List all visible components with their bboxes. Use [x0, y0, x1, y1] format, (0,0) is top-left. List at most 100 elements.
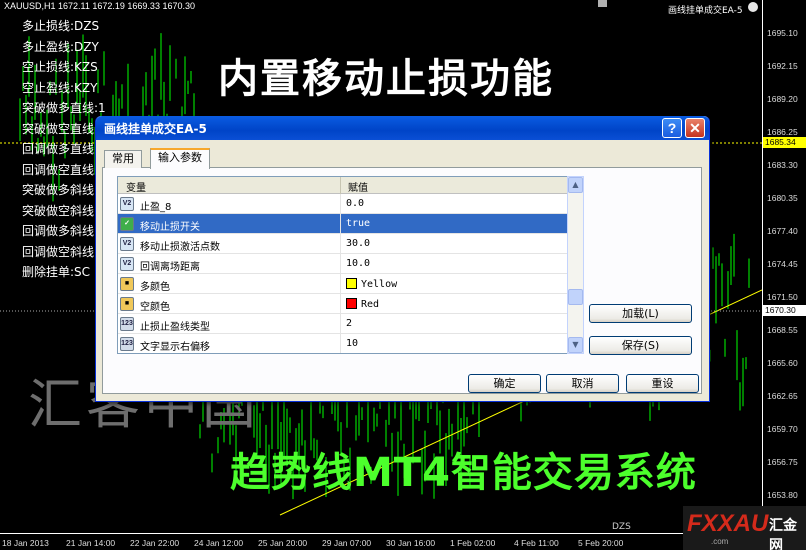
parameter-row[interactable]: V2 回调离场距离 10.0: [118, 254, 582, 274]
parameter-value[interactable]: Yellow: [346, 278, 397, 290]
color-swatch: [346, 298, 357, 309]
parameter-row[interactable]: V2 止盈_8 0.0: [118, 194, 582, 214]
ea-smile-icon: [748, 2, 758, 12]
price-tick: 1665.60: [767, 358, 798, 368]
parameter-value[interactable]: Red: [346, 298, 379, 310]
fxxau-logo: FXXAU 汇金网 .com: [683, 506, 806, 550]
headline: 内置移动止损功能: [218, 56, 554, 102]
time-axis: 18 Jan 2013 21 Jan 14:00 22 Jan 22:00 24 Ja…: [0, 533, 762, 550]
price-tick: 1683.30: [767, 160, 798, 170]
price-tick: 1692.15: [767, 61, 798, 71]
ok-button[interactable]: 确定: [468, 374, 541, 393]
parameter-row[interactable]: 123 止损止盈线类型 2: [118, 314, 582, 334]
boolean-icon: ✓: [120, 217, 134, 231]
price-tick: 1653.80: [767, 490, 798, 500]
save-button[interactable]: 保存(S): [589, 336, 692, 355]
load-button[interactable]: 加载(L): [589, 304, 692, 323]
color-icon: ■: [120, 297, 134, 311]
legend-item: 空止损线:KZS: [22, 60, 98, 74]
dialog-title: 画线挂单成交EA-5: [104, 122, 207, 136]
scroll-down-icon[interactable]: ▼: [568, 337, 583, 353]
parameter-name: 回调离场距离: [140, 262, 200, 273]
parameter-grid[interactable]: 变量 赋值 V2 止盈_8 0.0 ✓ 移动止损开关 true V2 移动止损激活点数 30.0…: [117, 176, 583, 354]
price-tick: 1689.20: [767, 94, 798, 104]
tab-inputs[interactable]: 输入参数: [150, 148, 210, 169]
legend-item: 突破做空斜线: [22, 203, 95, 218]
price-tick: 1671.50: [767, 292, 798, 302]
parameter-value[interactable]: 2: [346, 318, 352, 329]
time-tick: 4 Feb 11:00: [514, 538, 559, 548]
time-tick: 5 Feb 20:00: [578, 538, 624, 548]
time-tick: 21 Jan 14:00: [66, 538, 116, 548]
legend-item: 回调做空直线: [22, 162, 95, 177]
legend-item: 回调做多直线: [22, 142, 95, 156]
parameter-name: 止损止盈线类型: [140, 322, 210, 333]
logo-cn-text: 汇金网: [769, 518, 797, 550]
parameter-name: 止盈_8: [140, 202, 172, 213]
legend-item: 删除挂单:SC: [22, 265, 91, 279]
chart-close-icon[interactable]: [598, 0, 607, 7]
parameter-name: 多颜色: [140, 282, 170, 293]
parameter-row[interactable]: ■ 多颜色 Yellow: [118, 274, 582, 294]
color-swatch: [346, 278, 357, 289]
parameter-name: 空颜色: [140, 302, 170, 313]
parameter-row[interactable]: 123 文字显示右偏移 10: [118, 334, 582, 353]
parameter-value[interactable]: 10.0: [346, 258, 370, 269]
subheadline: 趋势线MT4智能交易系统: [230, 450, 697, 496]
symbol-info: XAUUSD,H1 1672.11 1672.19 1669.33 1670.3…: [4, 1, 195, 11]
legend-item: 多止损线:DZS: [22, 19, 100, 33]
parameter-name: 文字显示右偏移: [140, 342, 210, 353]
dialog-titlebar[interactable]: 画线挂单成交EA-5 ? ✕: [96, 116, 709, 140]
tab-panel-inputs: 变量 赋值 V2 止盈_8 0.0 ✓ 移动止损开关 true V2 移动止损激活点数 30.0…: [102, 167, 702, 394]
current-price-tag-lower: 1670.30: [763, 305, 806, 316]
parameter-row[interactable]: ■ 空颜色 Red: [118, 294, 582, 314]
legend-item: 突破做多斜线: [22, 183, 95, 197]
price-tick: 1695.10: [767, 28, 798, 38]
scroll-thumb[interactable]: [568, 289, 583, 305]
parameter-value[interactable]: 10: [346, 338, 358, 349]
price-tick: 1662.65: [767, 391, 798, 401]
tab-common[interactable]: 常用: [104, 150, 142, 168]
time-tick: 29 Jan 07:00: [322, 538, 372, 548]
column-header-variable[interactable]: 变量: [126, 179, 146, 194]
column-header-value[interactable]: 赋值: [348, 179, 368, 194]
grid-header: 变量 赋值: [118, 177, 582, 194]
price-tick: 1668.55: [767, 325, 798, 335]
legend-item: 多止盈线:DZY: [22, 39, 99, 54]
time-tick: 25 Jan 20:00: [258, 538, 308, 548]
cancel-button[interactable]: 取消: [546, 374, 619, 393]
legend-item: 突破做多直线:1: [22, 101, 106, 115]
parameter-value[interactable]: 30.0: [346, 238, 370, 249]
time-tick: 24 Jan 12:00: [194, 538, 244, 548]
grid-scrollbar[interactable]: ▲ ▼: [567, 176, 584, 354]
time-tick: 30 Jan 16:00: [386, 538, 436, 548]
parameter-name: 移动止损激活点数: [140, 242, 220, 253]
integer-icon: 123: [120, 317, 134, 331]
parameter-value[interactable]: 0.0: [346, 198, 364, 209]
integer-icon: 123: [120, 337, 134, 351]
bottom-line-tag: DZS: [612, 522, 631, 532]
ea-properties-dialog: 画线挂单成交EA-5 ? ✕ 变量 赋值 V2 止盈_8 0.0 ✓ 移动止损开关 tru…: [95, 116, 710, 402]
time-tick: 18 Jan 2013: [2, 538, 49, 548]
reset-button[interactable]: 重设: [626, 374, 699, 393]
legend-item: 突破做空直线: [22, 121, 95, 136]
time-tick: 22 Jan 22:00: [130, 538, 180, 548]
logo-text: FXXAU: [687, 510, 769, 537]
ea-label: 画线挂单成交EA-5: [668, 6, 743, 16]
price-tick: 1680.35: [767, 193, 798, 203]
price-tick: 1674.45: [767, 259, 798, 269]
price-tick: 1677.40: [767, 226, 798, 236]
parameter-value-text: Yellow: [361, 279, 398, 290]
legend-item: 空止盈线:KZY: [22, 80, 98, 95]
double-icon: V2: [120, 237, 134, 251]
scroll-up-icon[interactable]: ▲: [568, 177, 583, 193]
legend-item: 回调做多斜线: [22, 224, 95, 238]
parameter-row[interactable]: V2 移动止损激活点数 30.0: [118, 234, 582, 254]
line-legend: 多止损线:DZS 多止盈线:DZY 空止损线:KZS 空止盈线:KZY 突破做多直线:1…: [22, 17, 106, 284]
parameter-row[interactable]: ✓ 移动止损开关 true: [118, 214, 582, 234]
parameter-value[interactable]: true: [346, 218, 370, 229]
time-tick: 1 Feb 02:00: [450, 538, 496, 548]
price-tick: 1659.70: [767, 424, 798, 434]
help-button[interactable]: ?: [662, 118, 682, 138]
close-button[interactable]: ✕: [685, 118, 705, 138]
